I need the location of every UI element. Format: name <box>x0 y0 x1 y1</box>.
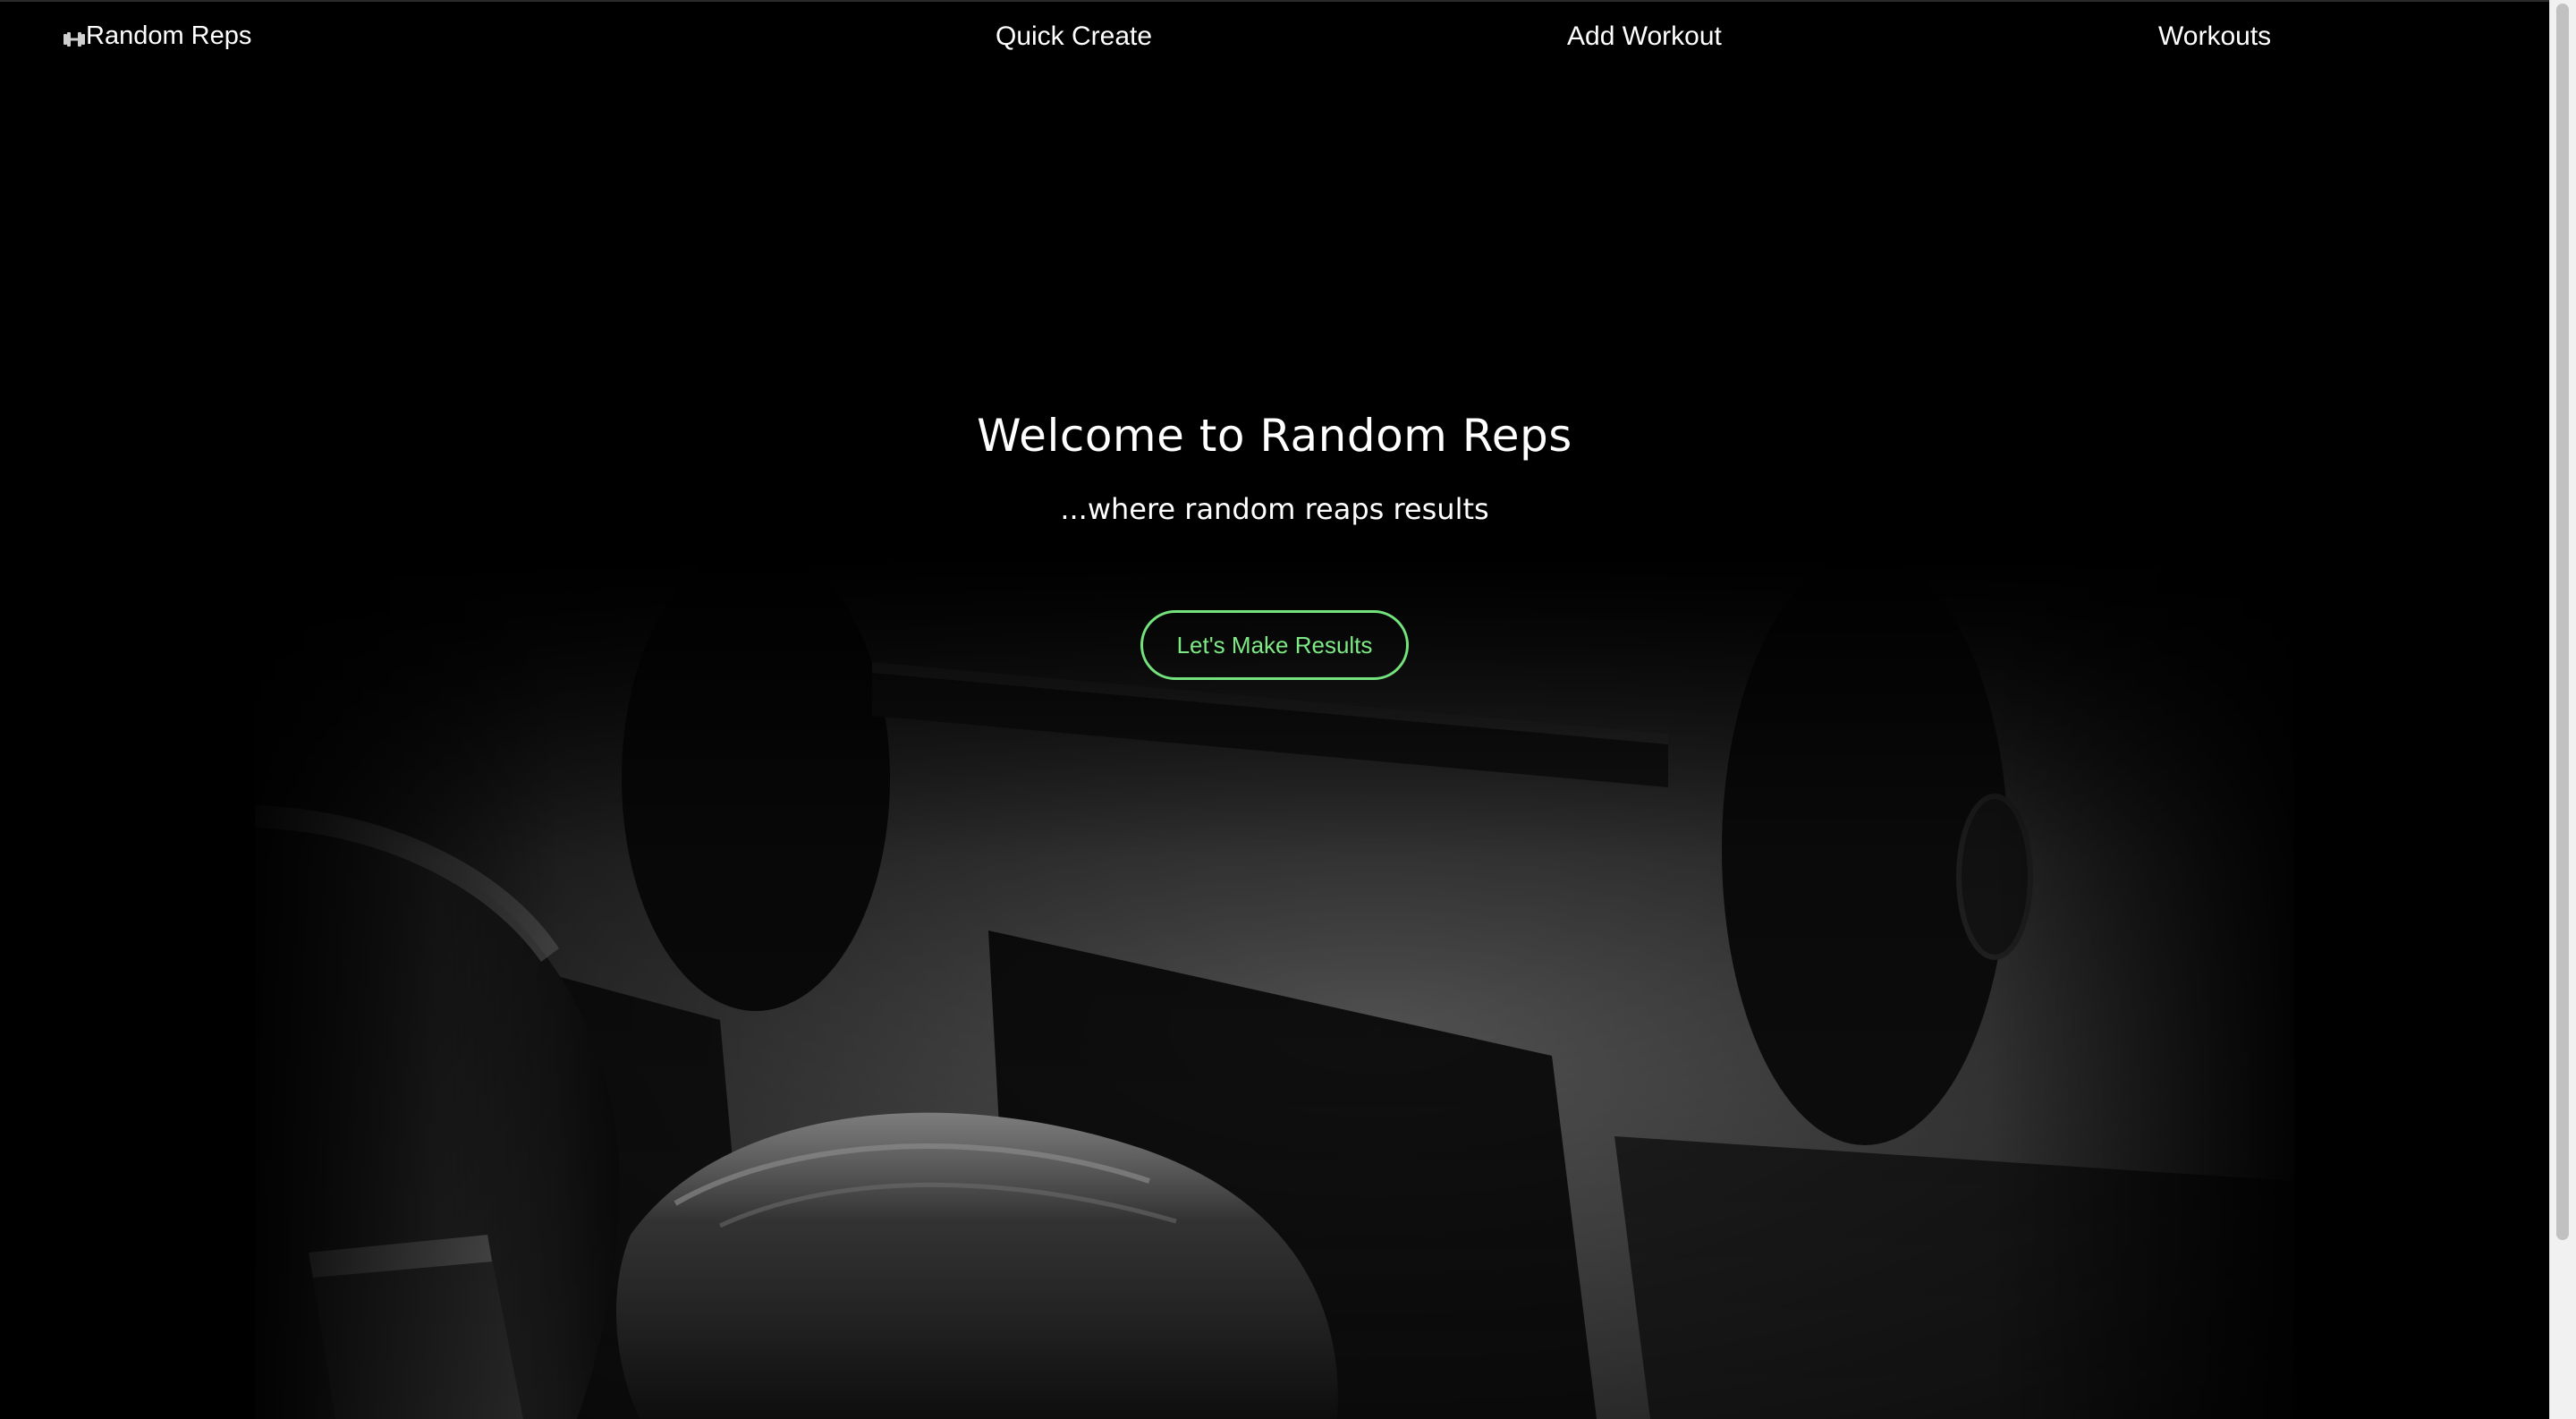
brand-link[interactable]: Random Reps <box>63 21 251 51</box>
cta-button[interactable]: Let's Make Results <box>1140 610 1409 680</box>
nav-link-add-workout[interactable]: Add Workout <box>1567 21 1722 52</box>
hero-background-image <box>255 555 2294 1419</box>
nav-link-quick-create[interactable]: Quick Create <box>996 21 1152 52</box>
page: Random Reps Quick Create Add Workout Wor… <box>0 0 2576 1419</box>
dumbbell-icon <box>63 27 86 47</box>
vertical-scrollbar[interactable] <box>2549 0 2576 1419</box>
brand-label: Random Reps <box>86 21 252 50</box>
navbar: Random Reps Quick Create Add Workout Wor… <box>0 0 2549 75</box>
hero-title: Welcome to Random Reps <box>977 410 1572 462</box>
hero-subtitle: ...where random reaps results <box>1060 492 1489 526</box>
nav-link-workouts[interactable]: Workouts <box>2158 21 2271 52</box>
scrollbar-thumb[interactable] <box>2556 4 2569 1240</box>
